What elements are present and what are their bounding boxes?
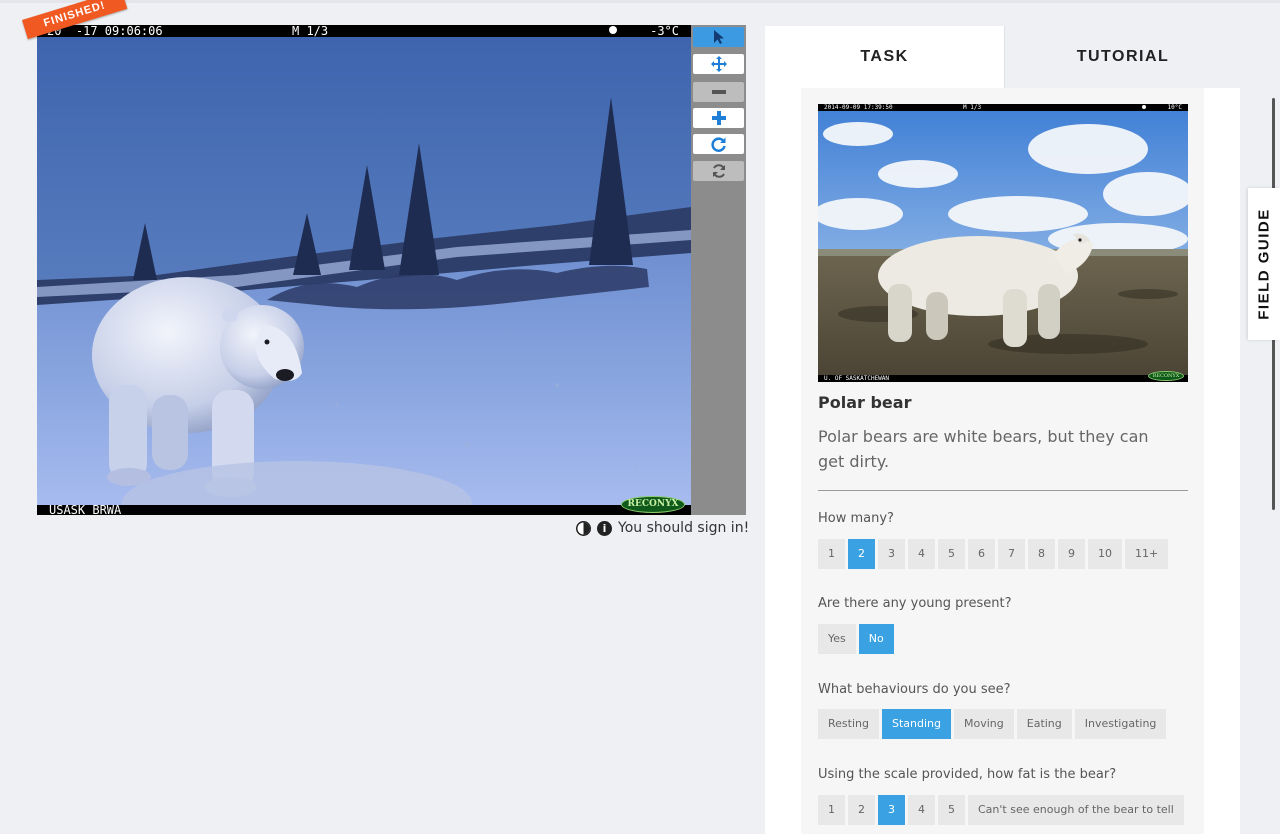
rotate-tool[interactable] (693, 134, 744, 154)
answer-option[interactable]: No (858, 624, 894, 654)
camera-trap-photo (37, 25, 691, 515)
zoom-in-tool[interactable] (693, 108, 744, 128)
top-border (0, 0, 1280, 3)
image-toolbar (691, 25, 746, 515)
question-options: Yes No (818, 624, 894, 654)
example-reconyx-logo: RECONYX (1148, 371, 1184, 381)
answer-option[interactable]: 11+ (1125, 539, 1169, 569)
species-example-image: 2014-09-09 17:39:50 M 1/3 10°C U. OF SAS… (818, 104, 1188, 382)
field-guide-tab[interactable]: FIELD GUIDE (1248, 188, 1280, 340)
info-icon[interactable]: i (597, 520, 612, 536)
answer-option[interactable]: Moving (954, 709, 1014, 739)
question-options: 1 2 3 4 5 Can't see enough of the bear to tel… (818, 795, 1184, 825)
answer-option[interactable]: Standing (881, 709, 951, 739)
example-camera-info-bar: 2014-09-09 17:39:50 M 1/3 10°C (818, 104, 1188, 111)
subject-image[interactable]: 20 -17 09:06:06 M 1/3 -3°C USASK BRWA RE… (37, 25, 691, 515)
example-location: U. OF SASKATCHEWAN (824, 375, 890, 382)
question-label: What behaviours do you see? (818, 682, 1011, 697)
question-label: Using the scale provided, how fat is the… (818, 767, 1117, 782)
answer-option[interactable]: 6 (968, 539, 995, 569)
answer-option[interactable]: Eating (1016, 709, 1072, 739)
tab-task[interactable]: TASK (765, 26, 1004, 88)
moon-phase-icon (609, 26, 617, 34)
sign-in-notice: You should sign in! (618, 520, 750, 536)
camera-location: USASK BRWA (49, 503, 122, 515)
viewer-footer: i You should sign in! (576, 519, 749, 537)
question-options: Resting Standing Moving Eating Investigating (818, 709, 1167, 739)
answer-option[interactable]: Resting (818, 709, 879, 739)
camera-location-bar: USASK BRWA (37, 503, 691, 515)
example-camera-mode: M 1/3 (963, 104, 982, 111)
example-timestamp: 2014-09-09 17:39:50 (824, 104, 893, 111)
answer-option[interactable]: 1 (818, 539, 845, 569)
annotate-tool[interactable] (693, 27, 744, 47)
field-guide-label: FIELD GUIDE (1255, 208, 1273, 320)
answer-option[interactable]: 3 (878, 539, 905, 569)
question-label: How many? (818, 511, 894, 526)
question-label: Are there any young present? (818, 596, 1012, 611)
polar-bear-example-photo (818, 104, 1188, 382)
answer-option[interactable]: 4 (908, 539, 935, 569)
example-location-bar: U. OF SASKATCHEWAN (818, 375, 1188, 382)
answer-option[interactable]: 3 (878, 795, 905, 825)
question-options: 1 2 3 4 5 6 7 8 9 10 11+ (818, 539, 1169, 569)
answer-option[interactable]: 8 (1028, 539, 1055, 569)
answer-option[interactable]: Investigating (1074, 709, 1167, 739)
camera-temperature: -3°C (650, 25, 679, 38)
answer-option[interactable]: 1 (818, 795, 845, 825)
species-name: Polar bear (818, 393, 912, 412)
camera-mode: M 1/3 (292, 25, 329, 38)
answer-option[interactable]: 7 (998, 539, 1025, 569)
zoom-out-tool[interactable] (693, 82, 744, 102)
species-description: Polar bears are white bears, but they ca… (818, 427, 1149, 471)
camera-info-bar: 20 -17 09:06:06 M 1/3 -3°C (37, 25, 691, 37)
refresh-icon (712, 164, 725, 178)
invert-colors-icon[interactable] (576, 520, 591, 536)
pointer-icon (713, 30, 724, 44)
example-moon-icon (1142, 105, 1146, 109)
example-temperature: 10°C (1167, 104, 1182, 111)
answer-option[interactable]: Can't see enough of the bear to tell (968, 795, 1184, 825)
answer-option[interactable]: 5 (938, 539, 965, 569)
answer-option[interactable]: Yes (818, 624, 856, 654)
answer-option[interactable]: 2 (848, 795, 875, 825)
reconyx-logo: RECONYX (621, 496, 685, 513)
section-divider (818, 490, 1188, 491)
answer-option[interactable]: 4 (908, 795, 935, 825)
rotate-icon (710, 137, 726, 152)
tab-tutorial[interactable]: TUTORIAL (1004, 26, 1241, 88)
answer-option[interactable]: 5 (938, 795, 965, 825)
answer-option[interactable]: 9 (1058, 539, 1085, 569)
reset-tool[interactable] (693, 161, 744, 181)
minus-icon (711, 90, 726, 94)
move-tool[interactable] (693, 54, 744, 74)
answer-option[interactable]: 2 (848, 539, 875, 569)
plus-icon (711, 111, 726, 125)
move-icon (710, 56, 727, 72)
answer-option[interactable]: 10 (1088, 539, 1122, 569)
